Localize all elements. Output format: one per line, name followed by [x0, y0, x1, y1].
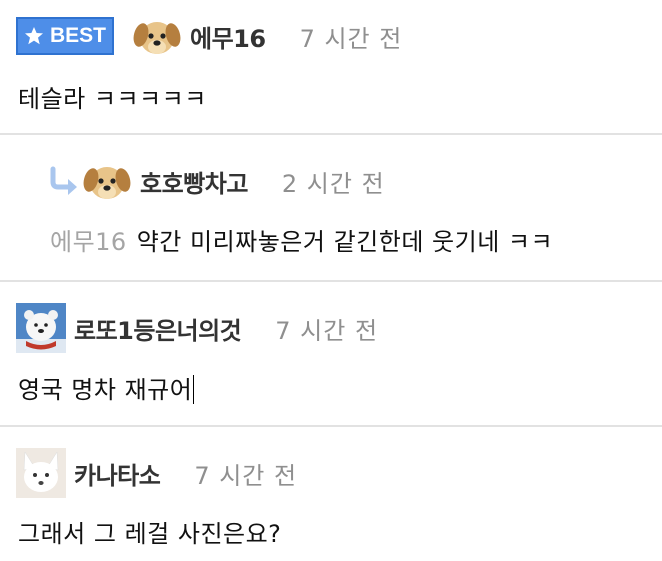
- comment-text: 테슬라 ㅋㅋㅋㅋㅋ: [18, 85, 207, 113]
- reply-arrow-icon: [50, 166, 77, 195]
- timestamp: 7 시간 전: [275, 316, 379, 345]
- comment-text-row: 에무16 약간 미리짜놓은거 같긴한데 웃기네 ㅋㅋ: [50, 222, 553, 257]
- comment-header: 호호빵차고 2 시간 전: [48, 155, 385, 207]
- comment-header: 로또1등은너의것 7 시간 전: [16, 302, 378, 354]
- best-badge: BEST: [16, 17, 114, 55]
- puppy-avatar[interactable]: [132, 11, 182, 61]
- timestamp: 7 시간 전: [194, 461, 298, 490]
- comment-list: BEST 에무16 7 시간 전 테슬라 ㅋㅋㅋㅋㅋ 호호빵차고 2 시간 전 …: [0, 0, 662, 561]
- puppy-avatar[interactable]: [82, 156, 132, 206]
- comment-text: 영국 명차 재규어: [18, 376, 193, 404]
- comment-text: 약간 미리짜놓은거 같긴한데 웃기네 ㅋㅋ: [136, 228, 554, 256]
- mention-username[interactable]: 에무16: [50, 228, 127, 256]
- username[interactable]: 에무16: [190, 19, 266, 54]
- star-icon: [24, 27, 43, 45]
- timestamp: 2 시간 전: [281, 169, 385, 198]
- username[interactable]: 카나타소: [74, 456, 161, 491]
- comment-header: 카나타소 7 시간 전: [16, 447, 297, 499]
- comment-item-reply: 호호빵차고 2 시간 전 에무16 약간 미리짜놓은거 같긴한데 웃기네 ㅋㅋ: [0, 135, 662, 280]
- best-badge-label: BEST: [49, 24, 106, 47]
- comment-text: 그래서 그 레걸 사진은요?: [18, 520, 282, 548]
- text-cursor: [193, 375, 195, 404]
- comment-text-row: 영국 명차 재규어: [18, 370, 195, 405]
- timestamp: 7 시간 전: [299, 24, 403, 53]
- username[interactable]: 호호빵차고: [140, 164, 248, 199]
- comment-header: BEST 에무16 7 시간 전: [16, 10, 402, 62]
- arctic-fox-avatar[interactable]: [16, 448, 66, 498]
- comment-item: 카나타소 7 시간 전 그래서 그 레걸 사진은요?: [0, 427, 662, 561]
- comment-item-best: BEST 에무16 7 시간 전 테슬라 ㅋㅋㅋㅋㅋ: [0, 0, 662, 134]
- polar-bear-avatar[interactable]: [16, 303, 66, 353]
- username[interactable]: 로또1등은너의것: [74, 311, 242, 346]
- comment-item: 로또1등은너의것 7 시간 전 영국 명차 재규어: [0, 282, 662, 425]
